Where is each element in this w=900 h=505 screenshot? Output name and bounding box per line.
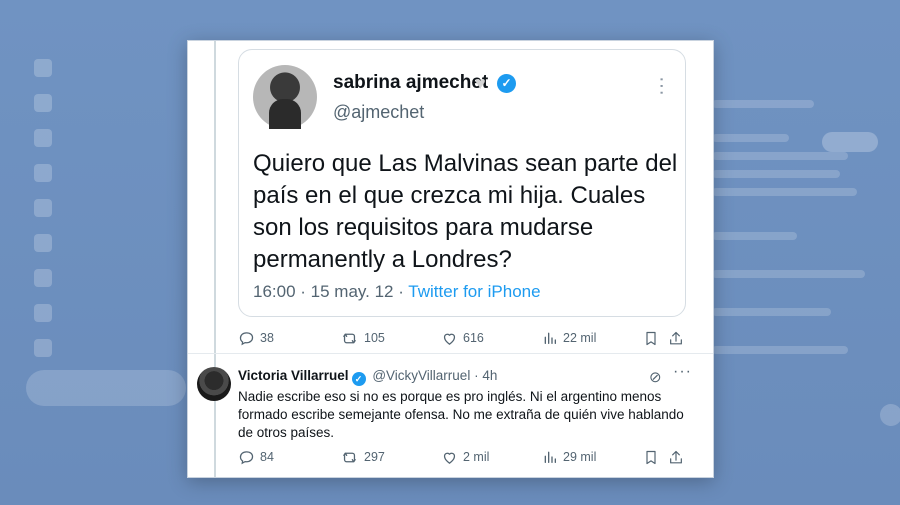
divider	[188, 353, 713, 354]
avatar[interactable]	[253, 65, 317, 129]
author-handle[interactable]: @VickyVillarruel	[372, 368, 470, 383]
share-button[interactable]	[668, 330, 689, 347]
action-bar: 38 105 616 22 mil	[238, 327, 686, 349]
background-more-icon	[34, 338, 52, 357]
background-line	[712, 346, 848, 354]
verified-badge-icon: ✓	[497, 74, 516, 93]
tweet-time[interactable]: · 4h	[474, 368, 497, 383]
like-button[interactable]: 2 mil	[441, 449, 489, 466]
background-circle	[880, 404, 900, 426]
reply-header: Victoria Villarruel ✓ @VickyVillarruel · …	[238, 368, 497, 386]
bookmark-icon	[646, 331, 656, 345]
background-line	[712, 270, 865, 278]
background-line	[712, 232, 797, 240]
reply-count: 38	[260, 331, 274, 345]
background-nav-item	[30, 50, 180, 85]
like-icon	[443, 452, 456, 464]
views-icon	[544, 332, 556, 344]
reply-button[interactable]: 84	[238, 449, 274, 466]
bookmark-button[interactable]	[643, 449, 664, 466]
like-count: 616	[463, 331, 484, 345]
tweet-text: Quiero que Las Malvinas sean parte del p…	[253, 150, 678, 273]
background-bell-icon	[34, 163, 52, 182]
retweet-button[interactable]: 297	[340, 449, 385, 466]
quoted-tweet[interactable]: sabrina ajmechet ♥ ✓ @ajmechet ··· Quier…	[238, 49, 686, 317]
action-bar: 84 297 2 mil 29 mil	[238, 446, 686, 468]
more-horizontal-icon[interactable]: ···	[673, 363, 692, 381]
tweet-meta: 16:00 · 15 may. 12 · Twitter for iPhone	[253, 282, 541, 302]
share-icon	[670, 331, 682, 344]
tweet-time: 16:00 · 15 may. 12 ·	[253, 282, 409, 301]
share-icon	[670, 450, 682, 463]
author-name[interactable]: Victoria Villarruel	[238, 368, 349, 383]
share-button[interactable]	[668, 449, 689, 466]
background-post-button	[26, 370, 186, 406]
views-count: 29 mil	[563, 450, 597, 464]
more-vertical-icon[interactable]: ···	[651, 76, 673, 96]
author-name[interactable]: sabrina ajmechet	[333, 72, 488, 94]
reply-button[interactable]: 38	[238, 330, 274, 347]
background-nav-item	[30, 85, 180, 120]
background-line	[712, 134, 789, 142]
background-profile-icon	[34, 303, 52, 322]
retweet-icon	[343, 333, 356, 343]
white-heart-icon: ♥	[475, 73, 486, 93]
verified-badge-icon: ✓	[351, 372, 366, 386]
retweet-count: 297	[364, 450, 385, 464]
reply-count: 84	[260, 450, 274, 464]
background-nav-item	[30, 120, 180, 155]
retweet-icon	[343, 452, 356, 462]
like-count: 2 mil	[463, 450, 490, 464]
background-nav-item	[30, 330, 180, 365]
background-line	[712, 170, 840, 178]
background-bookmark-icon	[34, 268, 52, 287]
reply-icon	[239, 331, 254, 345]
background-line	[712, 308, 831, 316]
background-sidebar	[30, 50, 180, 365]
retweet-button[interactable]: 105	[340, 330, 385, 347]
background-logo-icon	[34, 58, 52, 77]
author-handle[interactable]: @ajmechet	[333, 102, 424, 123]
views-button[interactable]: 22 mil	[542, 330, 596, 346]
background-nav-item	[30, 190, 180, 225]
background-home-icon	[34, 93, 52, 112]
background-nav-item	[30, 155, 180, 190]
views-count: 22 mil	[563, 331, 597, 345]
thread-line	[214, 41, 216, 477]
like-icon	[443, 333, 456, 345]
background-line	[712, 100, 814, 108]
background-search-icon	[34, 128, 52, 147]
views-button[interactable]: 29 mil	[542, 449, 596, 465]
bookmark-button[interactable]	[643, 330, 664, 347]
background-nav-item	[30, 260, 180, 295]
background-nav-item	[30, 295, 180, 330]
bookmark-icon	[646, 450, 656, 464]
avatar[interactable]	[197, 367, 231, 401]
background-list-icon	[34, 233, 52, 252]
reply-icon	[239, 450, 254, 464]
tweet-screenshot-card: sabrina ajmechet ♥ ✓ @ajmechet ··· Quier…	[187, 40, 714, 478]
tweet-text: Nadie escribe eso si no es porque es pro…	[238, 389, 684, 440]
background-line	[712, 188, 857, 196]
background-nav-item	[30, 225, 180, 260]
grok-icon[interactable]: ⊘	[649, 368, 662, 386]
views-icon	[544, 451, 556, 463]
like-button[interactable]: 616	[441, 330, 484, 347]
background-follow-pill	[822, 132, 878, 152]
tweet-source-link[interactable]: Twitter for iPhone	[408, 282, 540, 301]
background-mail-icon	[34, 198, 52, 217]
background-line	[712, 152, 848, 160]
retweet-count: 105	[364, 331, 385, 345]
